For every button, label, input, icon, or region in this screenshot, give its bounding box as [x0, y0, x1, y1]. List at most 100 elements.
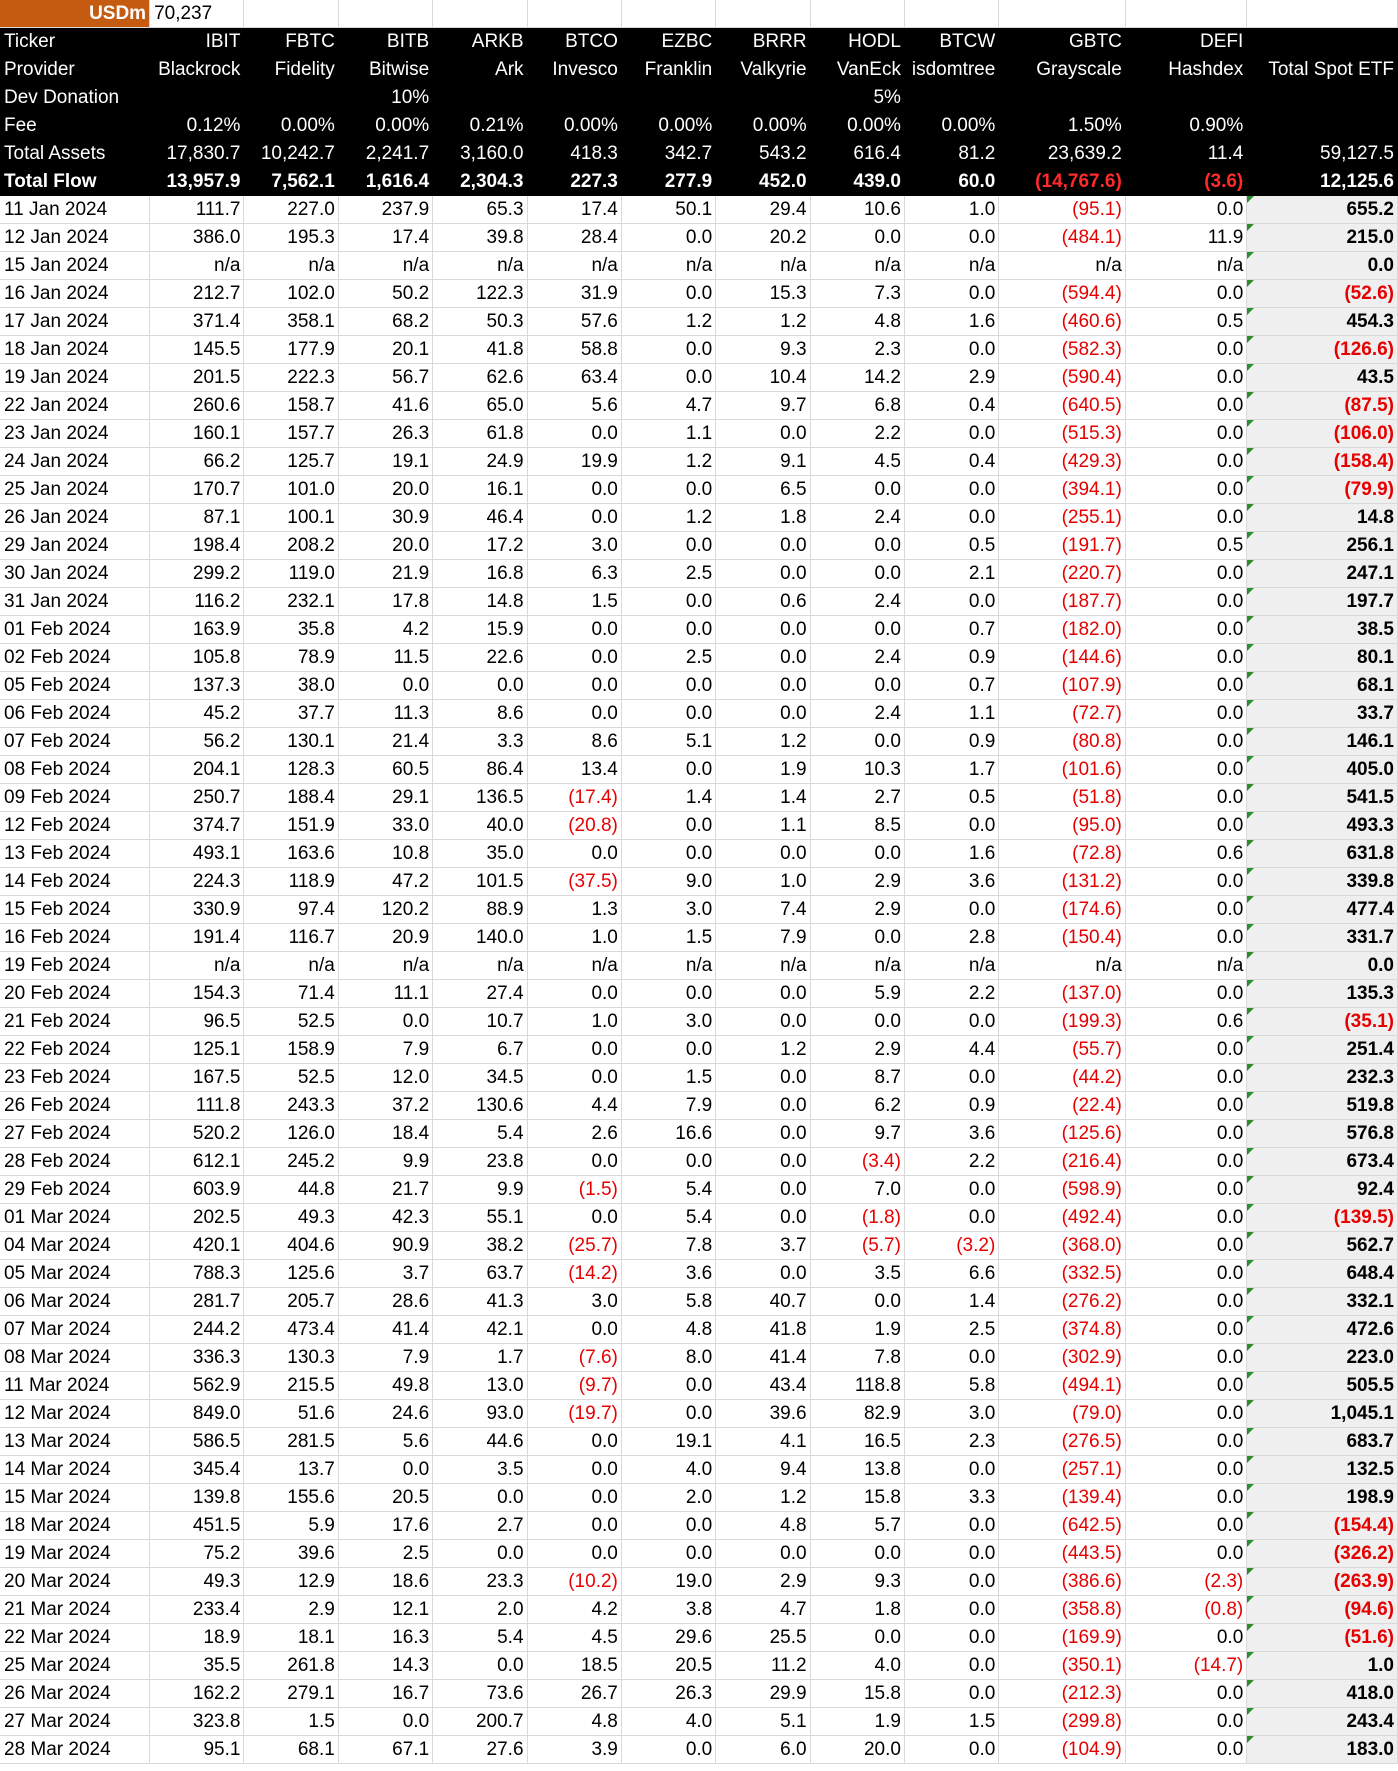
flow-cell[interactable]: 28.4 — [527, 223, 622, 252]
flow-cell[interactable]: 1.2 — [715, 1035, 811, 1064]
flow-cell[interactable]: 27.6 — [432, 1735, 528, 1764]
flow-cell[interactable]: n/a — [527, 251, 622, 280]
flow-cell[interactable]: 35.0 — [432, 839, 528, 868]
flow-cell[interactable]: 0.0 — [338, 1707, 434, 1736]
flow-cell[interactable]: n/a — [243, 951, 339, 980]
flow-cell[interactable]: (14.7) — [1125, 1651, 1248, 1680]
flow-cell[interactable]: 358.1 — [243, 307, 339, 336]
flow-cell[interactable]: 0.0 — [1125, 587, 1248, 616]
flow-cell[interactable]: 0.0 — [810, 839, 905, 868]
flow-cell[interactable]: n/a — [621, 951, 717, 980]
flow-cell[interactable]: 7.9 — [338, 1343, 434, 1372]
flow-cell[interactable]: 52.5 — [243, 1063, 339, 1092]
total-flow-cell[interactable]: 251.4 — [1246, 1035, 1398, 1064]
flow-cell[interactable]: 0.0 — [715, 699, 811, 728]
flow-cell[interactable]: (368.0) — [998, 1231, 1126, 1260]
flow-cell[interactable]: 3.6 — [621, 1259, 717, 1288]
flow-cell[interactable]: 1.2 — [715, 727, 811, 756]
flow-cell[interactable]: 0.0 — [904, 1735, 1000, 1764]
flow-cell[interactable]: 7.4 — [715, 895, 811, 924]
flow-cell[interactable]: 0.0 — [904, 1679, 1000, 1708]
header-cell[interactable]: EZBC — [621, 27, 717, 56]
flow-cell[interactable]: 6.8 — [810, 391, 905, 420]
flow-cell[interactable]: 1.2 — [621, 503, 717, 532]
flow-cell[interactable]: 43.4 — [715, 1371, 811, 1400]
flow-cell[interactable]: 237.9 — [338, 195, 434, 224]
flow-cell[interactable]: 0.0 — [1125, 447, 1248, 476]
header-cell[interactable]: Ark — [432, 55, 528, 84]
header-cell[interactable]: 452.0 — [715, 167, 811, 196]
flow-cell[interactable]: 13.4 — [527, 755, 622, 784]
flow-cell[interactable]: 0.0 — [904, 223, 1000, 252]
flow-cell[interactable]: 19.0 — [621, 1567, 717, 1596]
flow-cell[interactable]: 4.4 — [904, 1035, 1000, 1064]
header-cell[interactable]: 1.50% — [998, 111, 1126, 140]
flow-cell[interactable]: 0.0 — [1125, 895, 1248, 924]
flow-cell[interactable]: 29.4 — [715, 195, 811, 224]
header-cell[interactable]: (14,767.6) — [998, 167, 1126, 196]
flow-cell[interactable]: 3.9 — [527, 1735, 622, 1764]
flow-cell[interactable]: 9.7 — [715, 391, 811, 420]
flow-cell[interactable]: 162.2 — [149, 1679, 245, 1708]
date-cell[interactable]: 27 Feb 2024 — [0, 1119, 151, 1148]
flow-cell[interactable]: (25.7) — [527, 1231, 622, 1260]
total-flow-cell[interactable]: 92.4 — [1246, 1175, 1398, 1204]
flow-cell[interactable]: 0.0 — [904, 895, 1000, 924]
flow-cell[interactable]: 0.0 — [621, 335, 717, 364]
flow-cell[interactable]: 473.4 — [243, 1315, 339, 1344]
header-cell[interactable]: 616.4 — [810, 139, 905, 168]
flow-cell[interactable]: 0.0 — [715, 1063, 811, 1092]
flow-cell[interactable]: 4.7 — [715, 1595, 811, 1624]
flow-cell[interactable]: 0.0 — [904, 587, 1000, 616]
flow-cell[interactable]: 90.9 — [338, 1231, 434, 1260]
flow-cell[interactable]: (332.5) — [998, 1259, 1126, 1288]
flow-cell[interactable]: 1.1 — [621, 419, 717, 448]
total-flow-cell[interactable]: (79.9) — [1246, 475, 1398, 504]
total-flow-cell[interactable]: 197.7 — [1246, 587, 1398, 616]
flow-cell[interactable]: 0.0 — [1125, 1119, 1248, 1148]
flow-cell[interactable]: 0.0 — [715, 671, 811, 700]
flow-cell[interactable]: 0.5 — [1125, 307, 1248, 336]
flow-cell[interactable]: 0.4 — [904, 447, 1000, 476]
flow-cell[interactable]: 102.0 — [243, 279, 339, 308]
flow-cell[interactable]: n/a — [527, 951, 622, 980]
header-cell[interactable]: BTCW — [904, 27, 1000, 56]
flow-cell[interactable]: 100.1 — [243, 503, 339, 532]
flow-cell[interactable]: 404.6 — [243, 1231, 339, 1260]
flow-cell[interactable]: 16.1 — [432, 475, 528, 504]
flow-cell[interactable]: n/a — [338, 251, 434, 280]
flow-cell[interactable]: (19.7) — [527, 1399, 622, 1428]
flow-cell[interactable]: 0.0 — [1125, 1343, 1248, 1372]
header-cell[interactable] — [1246, 111, 1398, 140]
flow-cell[interactable]: 45.2 — [149, 699, 245, 728]
flow-cell[interactable]: 130.1 — [243, 727, 339, 756]
header-cell[interactable]: 1,616.4 — [338, 167, 434, 196]
flow-cell[interactable]: 0.0 — [527, 419, 622, 448]
date-cell[interactable]: 09 Feb 2024 — [0, 783, 151, 812]
flow-cell[interactable]: 158.9 — [243, 1035, 339, 1064]
flow-cell[interactable]: 0.0 — [527, 1147, 622, 1176]
total-flow-cell[interactable]: 1.0 — [1246, 1651, 1398, 1680]
flow-cell[interactable]: 0.0 — [715, 1007, 811, 1036]
empty-cell[interactable] — [715, 0, 811, 28]
flow-cell[interactable]: 0.0 — [904, 419, 1000, 448]
flow-cell[interactable]: 227.0 — [243, 195, 339, 224]
flow-cell[interactable]: 7.8 — [810, 1343, 905, 1372]
flow-cell[interactable]: 5.1 — [621, 727, 717, 756]
flow-cell[interactable]: 245.2 — [243, 1147, 339, 1176]
flow-cell[interactable]: 5.7 — [810, 1511, 905, 1540]
flow-cell[interactable]: 1.4 — [904, 1287, 1000, 1316]
total-flow-cell[interactable]: (154.4) — [1246, 1511, 1398, 1540]
header-cell[interactable]: 59,127.5 — [1246, 139, 1398, 168]
flow-cell[interactable]: 38.0 — [243, 671, 339, 700]
flow-cell[interactable]: 9.7 — [810, 1119, 905, 1148]
flow-cell[interactable]: 7.9 — [338, 1035, 434, 1064]
flow-cell[interactable]: 0.0 — [432, 1651, 528, 1680]
flow-cell[interactable]: 0.9 — [904, 1091, 1000, 1120]
flow-cell[interactable]: 41.8 — [432, 335, 528, 364]
header-cell[interactable]: Blackrock — [149, 55, 245, 84]
flow-cell[interactable]: 788.3 — [149, 1259, 245, 1288]
flow-cell[interactable]: 0.0 — [904, 1567, 1000, 1596]
empty-cell[interactable] — [904, 0, 1000, 28]
flow-cell[interactable]: 157.7 — [243, 419, 339, 448]
